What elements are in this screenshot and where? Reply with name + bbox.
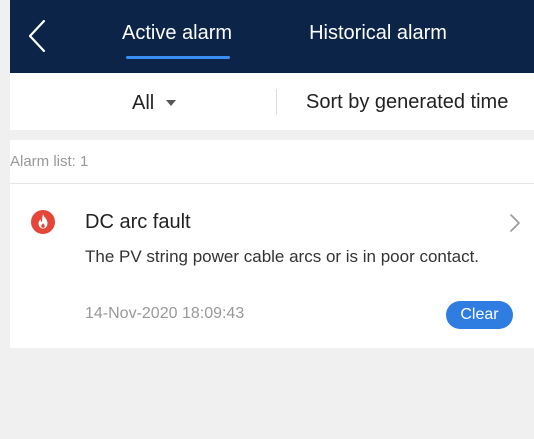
clear-alarm-button[interactable]: Clear bbox=[446, 301, 513, 329]
chevron-left-icon bbox=[28, 19, 46, 53]
alarm-filter-value: All bbox=[132, 91, 155, 114]
alarm-list-count: Alarm list: 1 bbox=[10, 153, 89, 170]
alarm-list-item[interactable]: DC arc fault The PV string power cable a… bbox=[10, 184, 534, 348]
alarm-title: DC arc fault bbox=[85, 211, 191, 233]
active-tab-indicator bbox=[126, 56, 230, 59]
back-button[interactable] bbox=[26, 18, 50, 54]
filter-divider bbox=[276, 89, 277, 115]
alarm-description: The PV string power cable arcs or is in … bbox=[85, 247, 480, 266]
alarm-list: Alarm list: 1 DC arc fault The PV string… bbox=[10, 140, 534, 348]
filter-bar: All Sort by generated time bbox=[10, 73, 534, 130]
chevron-right-icon bbox=[510, 214, 520, 232]
app-root: Active alarm Historical alarm All Sort b… bbox=[0, 0, 534, 439]
alarm-filter-dropdown[interactable]: All bbox=[132, 91, 177, 115]
sort-button[interactable]: Sort by generated time bbox=[306, 91, 508, 114]
caret-down-icon bbox=[166, 100, 177, 106]
tab-active-alarm[interactable]: Active alarm bbox=[119, 22, 235, 52]
fire-icon bbox=[31, 210, 55, 234]
alarm-timestamp: 14-Nov-2020 18:09:43 bbox=[85, 305, 245, 322]
tab-historical-alarm[interactable]: Historical alarm bbox=[303, 22, 453, 52]
top-navigation-bar: Active alarm Historical alarm bbox=[10, 0, 534, 73]
